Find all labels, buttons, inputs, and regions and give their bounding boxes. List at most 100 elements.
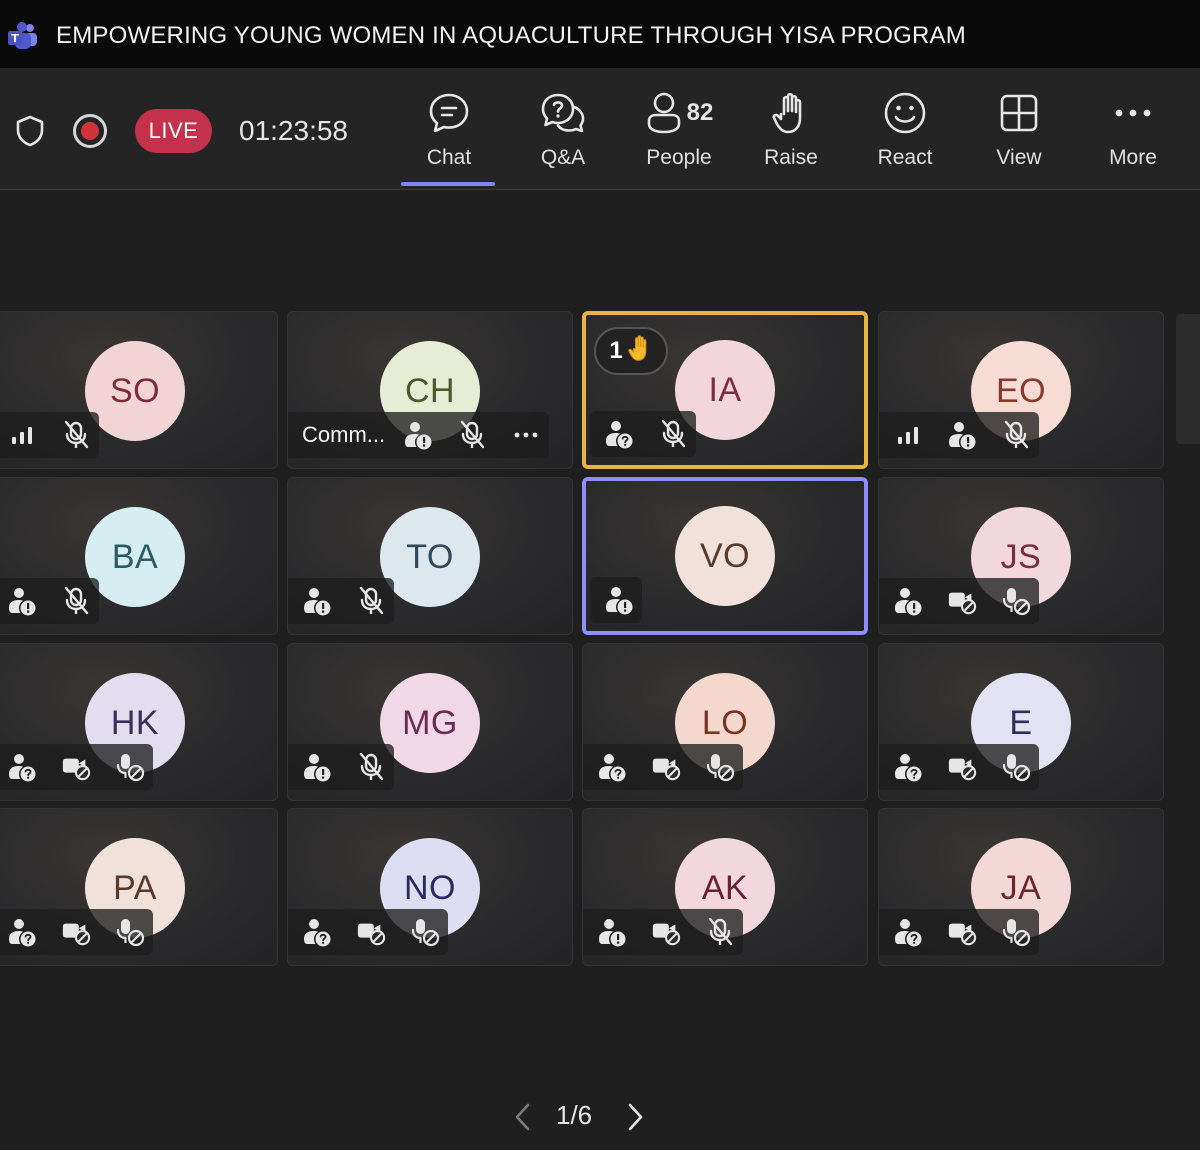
mic-off-icon [457, 420, 487, 450]
participant-status-bar [288, 578, 394, 624]
alert-person-icon [7, 586, 37, 616]
pagination: 1/6 [0, 1096, 1200, 1136]
participant-tile[interactable]: CH Comm... [287, 311, 573, 469]
camera-blocked-icon [947, 586, 977, 616]
react-label: React [877, 146, 933, 169]
avatar: SO [85, 341, 185, 441]
participant-status-bar [879, 909, 1039, 955]
avatar: MG [380, 673, 480, 773]
people-button[interactable]: 82 People [627, 88, 731, 188]
teams-icon: T [8, 22, 37, 49]
participant-status-bar [590, 577, 642, 623]
chevron-right-icon[interactable] [624, 1102, 646, 1132]
participant-tile[interactable]: EO [878, 311, 1164, 469]
mic-blocked-icon [705, 752, 735, 782]
participant-status-bar [0, 744, 153, 790]
meeting-title: EMPOWERING YOUNG WOMEN IN AQUACULTURE TH… [56, 22, 966, 49]
chevron-left-icon[interactable] [512, 1102, 534, 1132]
qa-label: Q&A [540, 146, 586, 169]
alert-person-icon [403, 420, 433, 450]
chat-button[interactable]: Chat [399, 88, 499, 188]
title-bar: T EMPOWERING YOUNG WOMEN IN AQUACULTURE … [0, 0, 1200, 68]
recording-indicator-icon [73, 114, 107, 148]
participant-status-bar [288, 909, 448, 955]
alert-person-icon [302, 752, 332, 782]
grid-view-icon [1000, 94, 1038, 132]
avatar: TO [380, 507, 480, 607]
camera-blocked-icon [61, 752, 91, 782]
help-person-icon [597, 752, 627, 782]
mic-off-icon [356, 586, 386, 616]
participant-status-bar [583, 744, 743, 790]
mic-blocked-icon [1001, 752, 1031, 782]
avatar: VO [675, 506, 775, 606]
qa-button[interactable]: Q&A [513, 88, 613, 188]
more-icon [1115, 109, 1151, 117]
participant-status-bar [879, 412, 1039, 458]
participant-status-bar [879, 744, 1039, 790]
help-person-icon [7, 917, 37, 947]
mic-off-icon [356, 752, 386, 782]
more-icon[interactable] [511, 420, 541, 450]
camera-blocked-icon [61, 917, 91, 947]
chat-label: Chat [426, 146, 472, 169]
mic-off-icon [61, 420, 91, 450]
mic-blocked-icon [115, 752, 145, 782]
people-count: 82 [686, 99, 714, 126]
view-button[interactable]: View [969, 88, 1069, 188]
camera-blocked-icon [356, 917, 386, 947]
participant-tile[interactable]: VO [582, 477, 868, 635]
mic-blocked-icon [410, 917, 440, 947]
participant-status-bar: Comm... [288, 412, 550, 458]
alert-person-icon [604, 585, 634, 615]
participant-tile[interactable]: TO [287, 477, 573, 635]
help-person-icon [604, 419, 634, 449]
participant-status-bar [288, 744, 394, 790]
people-icon [647, 92, 680, 134]
alert-person-icon [947, 420, 977, 450]
alert-person-icon [597, 917, 627, 947]
people-label: People [646, 146, 712, 169]
participant-tile[interactable]: E [878, 643, 1164, 801]
alert-person-icon [893, 586, 923, 616]
more-button[interactable]: More [1083, 88, 1183, 188]
participant-tile[interactable]: SO [0, 311, 278, 469]
participant-status-bar [0, 909, 153, 955]
side-panel-handle[interactable] [1176, 314, 1200, 444]
more-label: More [1109, 146, 1157, 169]
meeting-timer: 01:23:58 [239, 115, 348, 146]
participant-tile[interactable]: PA [0, 808, 278, 966]
help-person-icon [302, 917, 332, 947]
mic-off-icon [1001, 420, 1031, 450]
raise-hand-button[interactable]: Raise [741, 88, 841, 188]
participant-tile[interactable]: JS [878, 477, 1164, 635]
avatar: BA [85, 507, 185, 607]
shield-icon[interactable] [14, 114, 46, 148]
mic-blocked-icon [1001, 917, 1031, 947]
signal-icon [7, 420, 37, 450]
participant-status-bar [590, 411, 696, 457]
participant-tile[interactable]: MG [287, 643, 573, 801]
raise-hand-icon [772, 92, 802, 134]
smile-icon [884, 92, 926, 134]
participant-tile[interactable]: JA [878, 808, 1164, 966]
raised-hand-badge: 1 [594, 327, 668, 375]
participant-tile[interactable]: LO [582, 643, 868, 801]
raised-hand-count: 1 [609, 337, 623, 364]
participant-status-bar [879, 578, 1039, 624]
participant-tile[interactable]: NO [287, 808, 573, 966]
participant-tile[interactable]: AK [582, 808, 868, 966]
participant-status-bar [0, 412, 99, 458]
participant-tile[interactable]: HK [0, 643, 278, 801]
chat-icon [429, 93, 469, 133]
participant-tile[interactable]: BA [0, 477, 278, 635]
participant-status-bar [0, 578, 99, 624]
participant-tile[interactable]: IA 1 [582, 311, 868, 469]
react-button[interactable]: React [855, 88, 955, 188]
raise-label: Raise [764, 146, 818, 169]
mic-off-icon [658, 419, 688, 449]
camera-blocked-icon [651, 752, 681, 782]
svg-text:T: T [11, 32, 19, 45]
participant-name: Comm... [302, 422, 386, 447]
camera-blocked-icon [651, 917, 681, 947]
